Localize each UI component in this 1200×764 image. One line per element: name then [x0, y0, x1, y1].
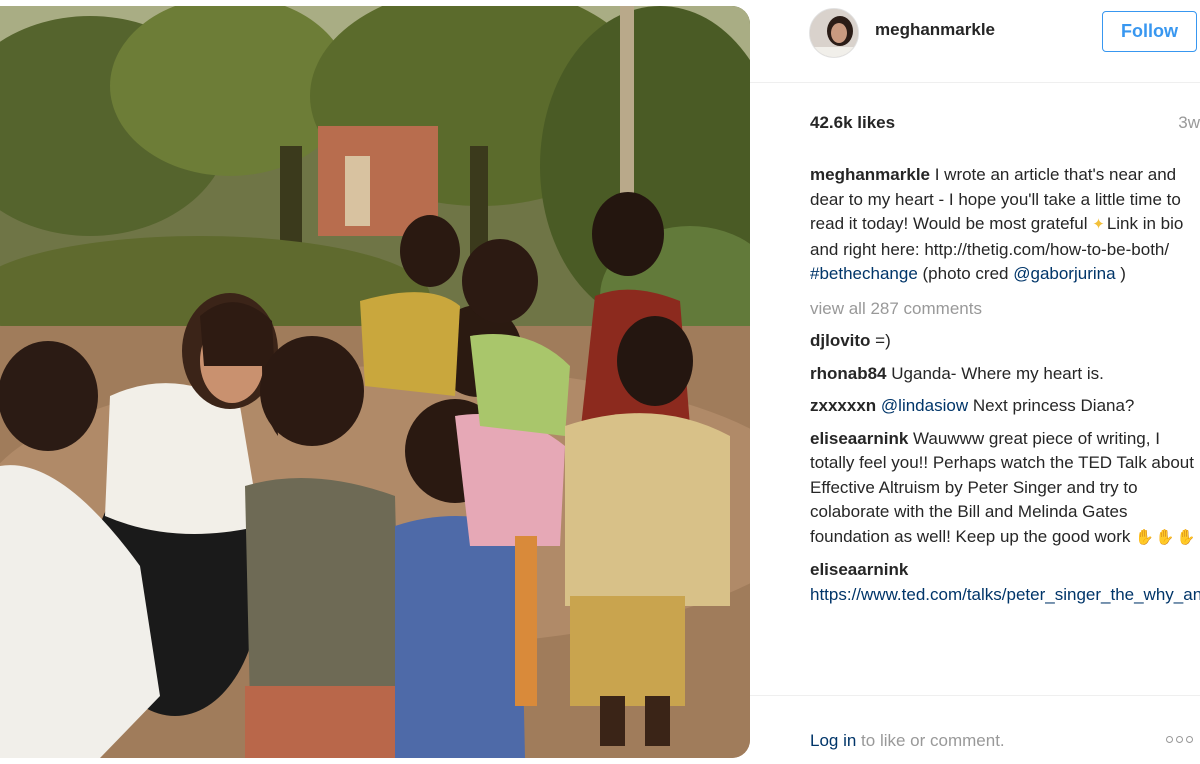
sparkle-emoji-icon: ✦ — [1092, 216, 1105, 233]
dot — [1176, 736, 1183, 743]
dot — [1186, 736, 1193, 743]
comment-text: =) — [870, 331, 891, 350]
comment-item: rhonab84 Uganda- Where my heart is. — [810, 362, 1200, 387]
comment-item: eliseaarnink https://www.ted.com/talks/p… — [810, 558, 1200, 607]
comment-text[interactable]: https://www.ted.com/talks/peter_singer_t… — [810, 585, 1200, 604]
post-photo[interactable] — [0, 6, 750, 758]
comment-mention-link[interactable]: @lindasiow — [881, 396, 968, 415]
login-link[interactable]: Log in — [810, 731, 856, 750]
timestamp[interactable]: 3w — [1178, 113, 1200, 133]
login-prompt-text: to like or comment. — [856, 731, 1005, 750]
hashtag-link[interactable]: #bethechange — [810, 264, 918, 283]
comment-username[interactable]: eliseaarnink — [810, 429, 908, 448]
more-options-icon[interactable] — [1166, 736, 1193, 743]
likes-row: 42.6k likes 3w — [810, 113, 1200, 135]
likes-count[interactable]: 42.6k likes — [810, 113, 895, 132]
comments-list[interactable]: meghanmarkle I wrote an article that's n… — [810, 163, 1200, 695]
caption-username[interactable]: meghanmarkle — [810, 165, 930, 184]
photo-illustration — [0, 6, 750, 758]
username-link[interactable]: meghanmarkle — [875, 20, 995, 40]
comment-username[interactable]: djlovito — [810, 331, 870, 350]
comment-text: Uganda- Where my heart is. — [886, 363, 1104, 383]
comment-item: djlovito =) — [810, 329, 1200, 354]
comment-text: Next princess Diana? — [968, 396, 1135, 415]
comment-username[interactable]: rhonab84 — [810, 364, 887, 383]
avatar[interactable] — [809, 8, 859, 58]
caption-text-4: ) — [1115, 264, 1126, 283]
comment-item: eliseaarnink Wauwww great piece of writi… — [810, 427, 1200, 551]
avatar-image — [810, 9, 858, 57]
mention-link[interactable]: @gaborjurina — [1013, 264, 1115, 283]
dot — [1166, 736, 1173, 743]
caption-text-3: (photo cred — [917, 264, 1014, 283]
post-caption: meghanmarkle I wrote an article that's n… — [810, 163, 1200, 287]
view-all-comments-link[interactable]: view all 287 comments — [810, 297, 1200, 322]
post-header: meghanmarkle Follow — [750, 0, 1200, 83]
post-side-panel: meghanmarkle Follow 42.6k likes 3w megha… — [750, 0, 1200, 764]
comment-item: zxxxxxn @lindasiow Next princess Diana? — [810, 394, 1200, 419]
comment-username[interactable]: zxxxxxn — [810, 396, 876, 415]
comment-username[interactable]: eliseaarnink — [810, 560, 908, 579]
post-footer: Log in to like or comment. — [750, 695, 1200, 764]
follow-button[interactable]: Follow — [1102, 11, 1197, 52]
clapping-hands-icon: ✋✋✋ — [1135, 528, 1198, 546]
login-prompt: Log in to like or comment. — [810, 731, 1005, 751]
